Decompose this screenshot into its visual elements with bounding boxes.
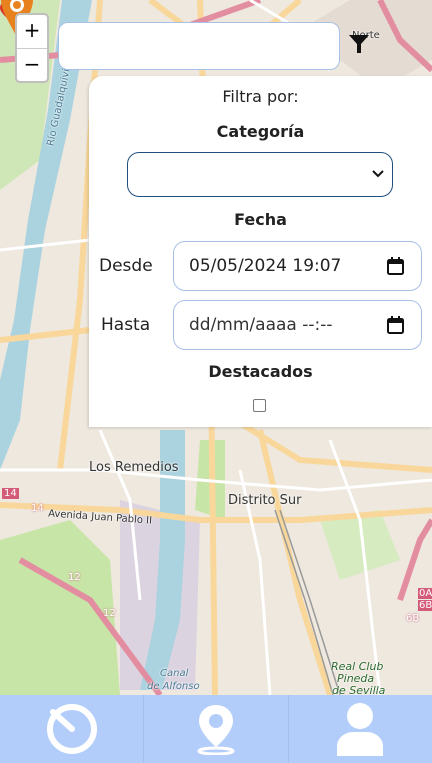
zoom-in-button[interactable]: + — [17, 15, 47, 49]
from-label: Desde — [99, 256, 153, 276]
search-input[interactable] — [58, 22, 340, 70]
nav-item-history[interactable] — [0, 695, 143, 763]
category-select[interactable] — [127, 152, 393, 197]
user-icon — [337, 703, 384, 756]
to-datetime-value: dd/mm/aaaa --:-- — [189, 315, 333, 335]
map-label-road-6b-2: 6B — [406, 613, 420, 624]
nav-item-map[interactable] — [143, 695, 287, 763]
zoom-out-button[interactable]: − — [17, 49, 47, 82]
map-label-distrito-sur: Distrito Sur — [228, 493, 302, 508]
map-label-canal: Canal — [160, 668, 189, 679]
calendar-icon[interactable] — [387, 316, 404, 334]
to-datetime-input[interactable]: dd/mm/aaaa --:-- — [173, 300, 422, 350]
map-label-road-14: 14 — [2, 488, 19, 499]
map-label-road-14b: 14 — [31, 503, 44, 514]
filter-title: Filtra por: — [222, 87, 299, 106]
filter-panel: Filtra por: Categoría Fecha Desde 05/05/… — [89, 76, 432, 427]
date-heading: Fecha — [234, 210, 287, 229]
bottom-nav — [0, 695, 432, 763]
calendar-icon[interactable] — [387, 257, 404, 275]
from-datetime-value: 05/05/2024 19:07 — [189, 256, 342, 276]
featured-heading: Destacados — [208, 362, 313, 381]
map-label-road-12b: 12 — [103, 608, 116, 619]
map-label-de-sevilla: de Sevilla — [332, 684, 386, 695]
location-pin-icon — [197, 705, 235, 755]
featured-checkbox[interactable] — [253, 399, 266, 412]
to-label: Hasta — [101, 315, 151, 335]
map-label-road-12: 12 — [68, 572, 81, 583]
nav-item-profile[interactable] — [287, 695, 432, 763]
clock-icon — [46, 704, 97, 754]
map-label-de-alfonso: de Alfonso — [147, 681, 200, 692]
map-label-road-6b: 6B — [418, 600, 432, 611]
map-label-los-remedios: Los Remedios — [89, 460, 179, 475]
filter-icon[interactable] — [348, 33, 370, 55]
zoom-control: + − — [15, 13, 49, 83]
map-label-road-0a: 0A — [418, 588, 432, 599]
from-datetime-input[interactable]: 05/05/2024 19:07 — [173, 241, 422, 291]
category-heading: Categoría — [216, 122, 305, 141]
chevron-down-icon — [372, 170, 384, 178]
